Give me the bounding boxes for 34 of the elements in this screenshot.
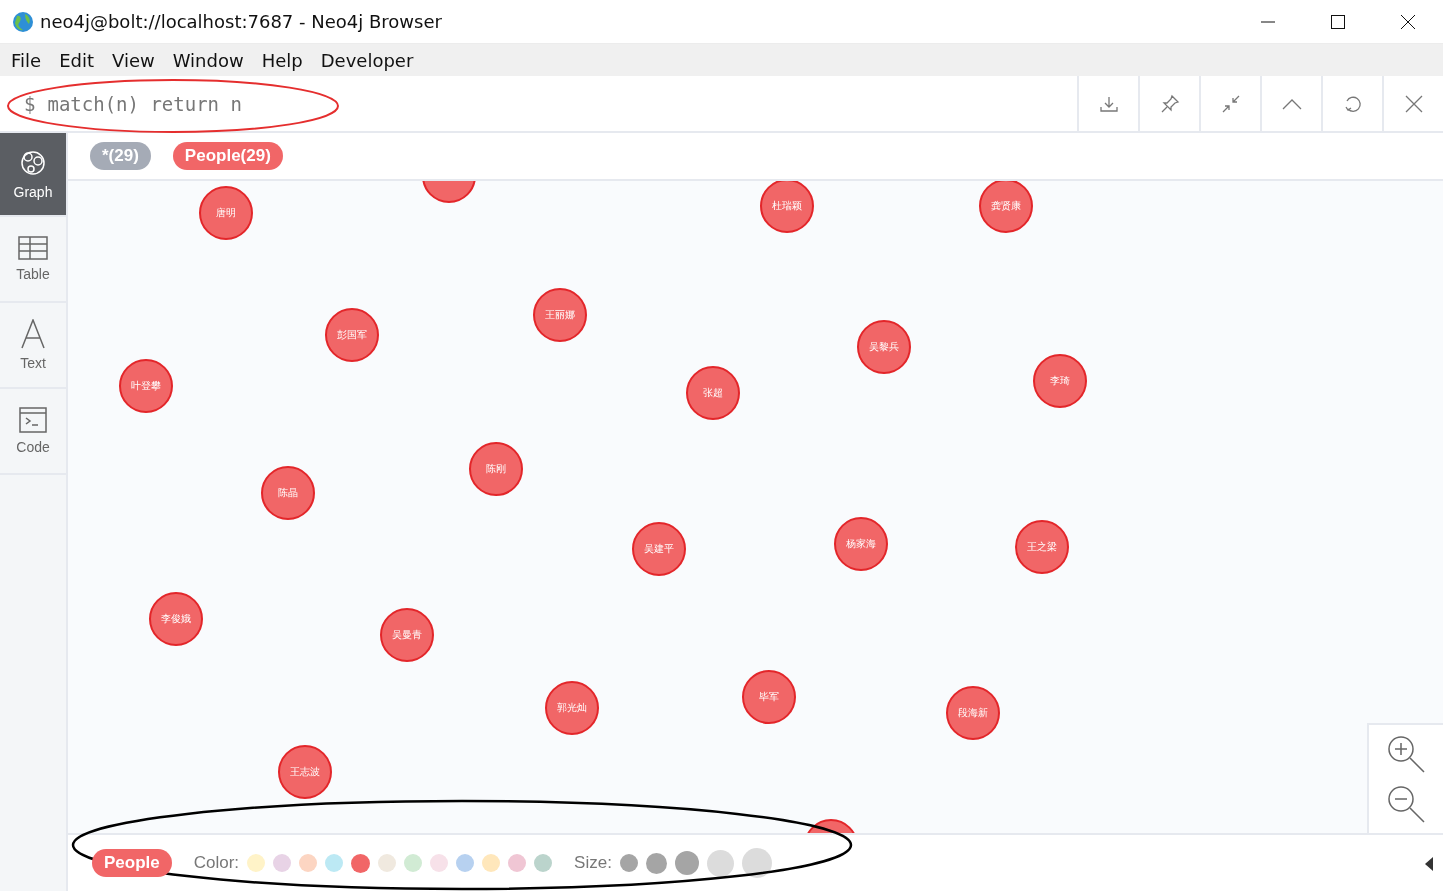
graph-node[interactable]: 王志波	[278, 745, 332, 799]
label-tag[interactable]: People(29)	[172, 142, 283, 170]
window-title: neo4j@bolt://localhost:7687 - Neo4j Browser	[40, 11, 443, 32]
menu-item[interactable]: Developer	[311, 49, 423, 71]
graph-node[interactable]: 杜瑞颖	[760, 181, 814, 233]
graph-node[interactable]: 龚贤康	[979, 181, 1033, 233]
graph-node[interactable]: 彭国军	[325, 308, 379, 362]
menu-item[interactable]: File	[2, 49, 51, 71]
color-label: Color:	[193, 853, 240, 873]
graph-node[interactable]: 李俊娥	[149, 592, 203, 646]
menu-item[interactable]: Help	[252, 49, 312, 71]
graph-node[interactable]: 叶登攀	[119, 359, 173, 413]
all-nodes-tag[interactable]: *(29)	[90, 142, 151, 170]
menu-item[interactable]: Window	[163, 49, 253, 71]
graph-node[interactable]: 吴黎兵	[857, 320, 911, 374]
graph-node[interactable]: 张超	[686, 366, 740, 420]
graph-node[interactable]: 郭光灿	[545, 681, 599, 735]
graph-node[interactable]: 毕军	[742, 670, 796, 724]
label-tag[interactable]: People	[92, 849, 172, 877]
view-tab[interactable]: Graph	[0, 133, 66, 217]
graph-node[interactable]: 陈晶	[261, 466, 315, 520]
graph-node[interactable]: 吴曼青	[380, 608, 434, 662]
graph-node[interactable]: 王丽娜	[533, 288, 587, 342]
graph-node[interactable]: 唐明	[199, 186, 253, 240]
graph-node[interactable]: 吴建平	[632, 522, 686, 576]
graph-node[interactable]: 王之梁	[1015, 520, 1069, 574]
menu-item[interactable]: Edit	[50, 49, 103, 71]
query-editor[interactable]: $ match(n) return n	[0, 76, 1077, 131]
graph-node[interactable]: 杨家海	[834, 517, 888, 571]
graph-node[interactable]: 段海新	[946, 686, 1000, 740]
menu-item[interactable]: View	[103, 49, 164, 71]
graph-node[interactable]: 李琦	[1033, 354, 1087, 408]
size-label: Size:	[574, 853, 612, 873]
graph-node[interactable]: 陈刚	[469, 442, 523, 496]
